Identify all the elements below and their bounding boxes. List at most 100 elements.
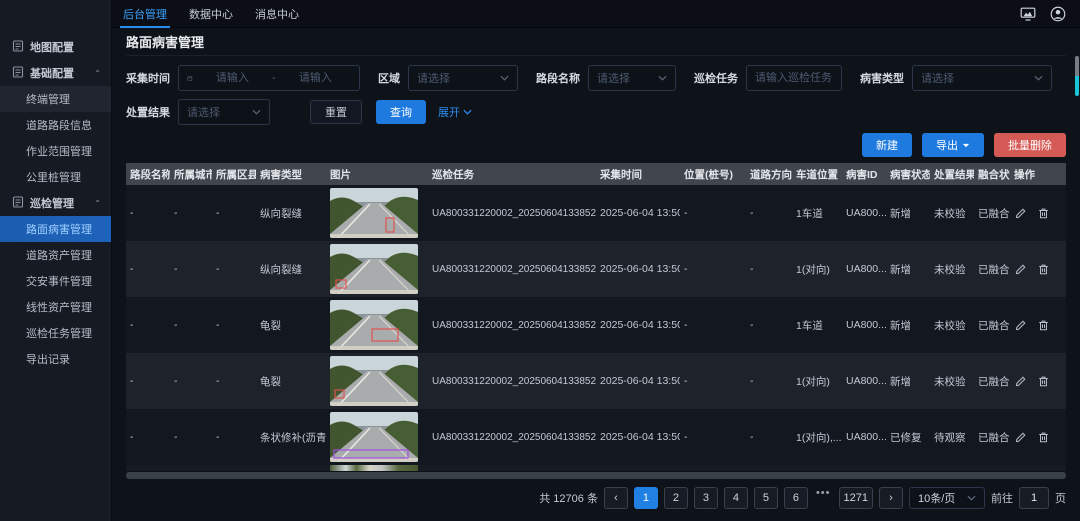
cell-city: - (170, 375, 212, 387)
sidebar-item-7[interactable]: 路面病害管理 (0, 216, 111, 242)
date-end-input[interactable] (280, 72, 351, 84)
cell-direction: - (746, 263, 792, 275)
screen-icon[interactable] (1020, 7, 1036, 21)
cell-fusion: 已融合 (974, 318, 1010, 333)
column-header: 采集时间 (596, 167, 680, 182)
delete-icon[interactable] (1037, 207, 1050, 220)
search-button[interactable]: 查询 (376, 100, 426, 124)
road-photo-thumbnail[interactable] (330, 356, 418, 406)
filter-row-2: 处置结果请选择 重置 查询 展开 (126, 99, 1066, 125)
delete-icon[interactable] (1037, 263, 1050, 276)
column-header: 所属城市 (170, 167, 212, 182)
sidebar-item-1[interactable]: 基础配置⌃ (0, 60, 111, 86)
road-photo-thumbnail[interactable] (330, 300, 418, 350)
delete-icon[interactable] (1037, 375, 1050, 388)
sidebar-item-4[interactable]: 作业范围管理 (0, 138, 111, 164)
chevron-down-icon (658, 75, 667, 81)
create-button[interactable]: 新建 (862, 133, 912, 157)
delete-icon[interactable] (1037, 431, 1050, 444)
edit-icon[interactable] (1014, 263, 1027, 276)
filter-label: 路段名称 (536, 70, 580, 86)
vertical-scrollbar[interactable] (1075, 56, 1079, 96)
road-photo-thumbnail[interactable] (330, 188, 418, 238)
page-button-1271[interactable]: 1271 (839, 487, 873, 509)
edit-icon[interactable] (1014, 431, 1027, 444)
goto-label: 前往 (991, 490, 1013, 506)
horizontal-scrollbar[interactable] (126, 472, 1066, 479)
page-button-1[interactable]: 1 (634, 487, 658, 509)
user-avatar-icon[interactable] (1050, 6, 1066, 22)
page-size-select[interactable]: 10条/页 (909, 487, 985, 509)
doc-icon (12, 40, 24, 55)
edit-icon[interactable] (1014, 375, 1027, 388)
batch-delete-button[interactable]: 批量删除 (994, 133, 1066, 157)
sidebar-item-11[interactable]: 巡检任务管理 (0, 320, 111, 346)
date-start-input[interactable] (197, 72, 268, 84)
pagination: 共 12706 条 ‹ 123456•••1271 › 10条/页 前往 页 (126, 487, 1066, 509)
topbar: 后台管理数据中心消息中心 (112, 0, 1080, 28)
cell-disease_id: UA800... (842, 263, 886, 275)
export-button[interactable]: 导出 (922, 133, 984, 157)
page-button-2[interactable]: 2 (664, 487, 688, 509)
sidebar-item-label: 基础配置 (30, 65, 74, 81)
cell-disease_type: 纵向裂缝 (256, 206, 326, 221)
topbar-tab-0[interactable]: 后台管理 (112, 0, 178, 28)
expand-link[interactable]: 展开 (438, 104, 472, 120)
page-button-4[interactable]: 4 (724, 487, 748, 509)
filter-select-1-2[interactable]: 请选择 (588, 65, 676, 91)
date-separator: - (272, 72, 276, 84)
cell-result: 未校验 (930, 206, 974, 221)
cell-operations (1010, 375, 1066, 388)
sidebar-item-label: 巡检管理 (30, 195, 74, 211)
next-page-button[interactable]: › (879, 487, 903, 509)
cell-fusion: 已融合 (974, 206, 1010, 221)
sidebar-item-6[interactable]: 巡检管理⌃ (0, 190, 111, 216)
filter-select-1-4[interactable]: 请选择 (912, 65, 1052, 91)
export-label: 导出 (936, 137, 958, 153)
filter-select-1-1[interactable]: 请选择 (408, 65, 518, 91)
cell-disease_id: UA800... (842, 375, 886, 387)
page-button-6[interactable]: 6 (784, 487, 808, 509)
cell-fusion: 已融合 (974, 262, 1010, 277)
page-ellipsis: ••• (814, 487, 833, 509)
cell-road_name: - (126, 319, 170, 331)
topbar-tab-1[interactable]: 数据中心 (178, 0, 244, 28)
sidebar-item-0[interactable]: 地图配置 (0, 34, 111, 60)
page-button-3[interactable]: 3 (694, 487, 718, 509)
edit-icon[interactable] (1014, 207, 1027, 220)
filter-input-1-3[interactable] (755, 72, 833, 84)
cell-operations (1010, 263, 1066, 276)
reset-button[interactable]: 重置 (310, 100, 362, 124)
delete-icon[interactable] (1037, 319, 1050, 332)
column-header: 操作 (1010, 167, 1066, 182)
sidebar-item-12[interactable]: 导出记录 (0, 346, 111, 372)
column-header: 病害ID (842, 167, 886, 182)
pagination-total: 共 12706 条 (539, 490, 598, 506)
filter-label: 巡检任务 (694, 70, 738, 86)
sidebar-item-8[interactable]: 道路资产管理 (0, 242, 111, 268)
sidebar-item-2[interactable]: 终端管理 (0, 86, 111, 112)
sidebar-item-5[interactable]: 公里桩管理 (0, 164, 111, 190)
filter-label: 采集时间 (126, 70, 170, 86)
chevron-down-icon (500, 75, 509, 81)
topbar-tab-2[interactable]: 消息中心 (244, 0, 310, 28)
sidebar-item-3[interactable]: 道路路段信息 (0, 112, 111, 138)
goto-page-input[interactable] (1019, 487, 1049, 509)
page-buttons: 123456 ••• 1271 (634, 487, 873, 509)
page-button-5[interactable]: 5 (754, 487, 778, 509)
filter-select-2-0[interactable]: 请选择 (178, 99, 270, 125)
cell-county: - (212, 207, 256, 219)
sidebar-item-9[interactable]: 交安事件管理 (0, 268, 111, 294)
prev-page-button[interactable]: ‹ (604, 487, 628, 509)
column-header: 车道位置 (792, 167, 842, 182)
sidebar: 地图配置基础配置⌃终端管理道路路段信息作业范围管理公里桩管理巡检管理⌃路面病害管… (0, 0, 112, 521)
cell-time: 2025-06-04 13:50 (596, 207, 680, 219)
road-photo-thumbnail[interactable] (330, 244, 418, 294)
cell-status: 新增 (886, 318, 930, 333)
sidebar-item-10[interactable]: 线性资产管理 (0, 294, 111, 320)
date-range-picker[interactable]: - (178, 65, 360, 91)
cell-disease_id: UA800... (842, 431, 886, 443)
edit-icon[interactable] (1014, 319, 1027, 332)
road-photo-thumbnail[interactable] (330, 412, 418, 462)
filter-label: 区域 (378, 70, 400, 86)
